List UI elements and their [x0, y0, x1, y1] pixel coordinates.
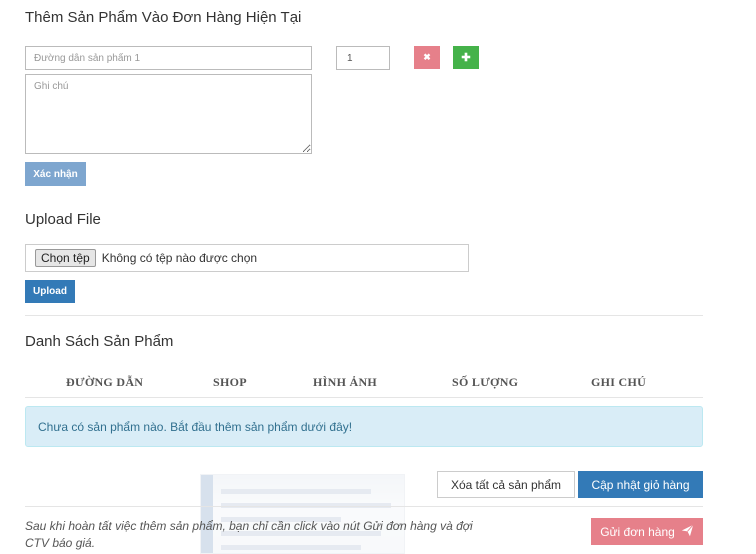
empty-cart-alert: Chưa có sản phẩm nào. Bắt đầu thêm sản p…	[25, 406, 703, 447]
order-instruction-line2: CTV báo giá.	[25, 536, 96, 550]
close-icon: ✖	[423, 52, 431, 62]
send-order-button[interactable]: Gửi đơn hàng	[591, 518, 703, 545]
choose-file-button[interactable]: Chọn tệp	[35, 249, 96, 267]
column-header-image: HÌNH ẢNH	[313, 375, 378, 389]
upload-title: Upload File	[25, 211, 101, 228]
column-header-shop: SHOP	[213, 375, 247, 389]
add-row-button[interactable]: ✚	[453, 46, 479, 69]
empty-cart-message: Chưa có sản phẩm nào. Bắt đầu thêm sản p…	[38, 419, 353, 434]
remove-row-button[interactable]: ✖	[414, 46, 440, 69]
paper-plane-icon	[681, 524, 694, 540]
note-textarea[interactable]	[25, 74, 312, 154]
add-product-title: Thêm Sản Phẩm Vào Đơn Hàng Hiện Tại	[25, 9, 302, 26]
footer-divider	[25, 506, 703, 507]
product-list-title: Danh Sách Sản Phẩm	[25, 333, 174, 350]
column-header-quantity: SỐ LƯỢNG	[452, 375, 519, 389]
update-cart-button[interactable]: Cập nhật giỏ hàng	[578, 471, 703, 498]
section-divider	[25, 315, 703, 316]
product-url-input[interactable]	[25, 46, 312, 70]
table-header-divider	[25, 397, 703, 398]
clear-all-button[interactable]: Xóa tất cả sản phẩm	[437, 471, 575, 498]
order-instruction-line1: Sau khi hoàn tất việc thêm sản phẩm, bạn…	[25, 519, 473, 533]
no-file-text: Không có tệp nào được chọn	[101, 251, 258, 265]
file-input[interactable]: Chọn tệp Không có tệp nào được chọn	[25, 244, 469, 272]
column-header-url: ĐƯỜNG DẪN	[66, 375, 144, 389]
send-order-label: Gửi đơn hàng	[600, 524, 675, 539]
upload-button[interactable]: Upload	[25, 280, 75, 303]
plus-icon: ✚	[461, 52, 471, 64]
quantity-input[interactable]	[336, 46, 390, 70]
order-instruction: Sau khi hoàn tất việc thêm sản phẩm, bạn…	[25, 518, 520, 552]
column-header-note: GHI CHÚ	[591, 375, 647, 389]
confirm-button[interactable]: Xác nhận	[25, 162, 86, 186]
